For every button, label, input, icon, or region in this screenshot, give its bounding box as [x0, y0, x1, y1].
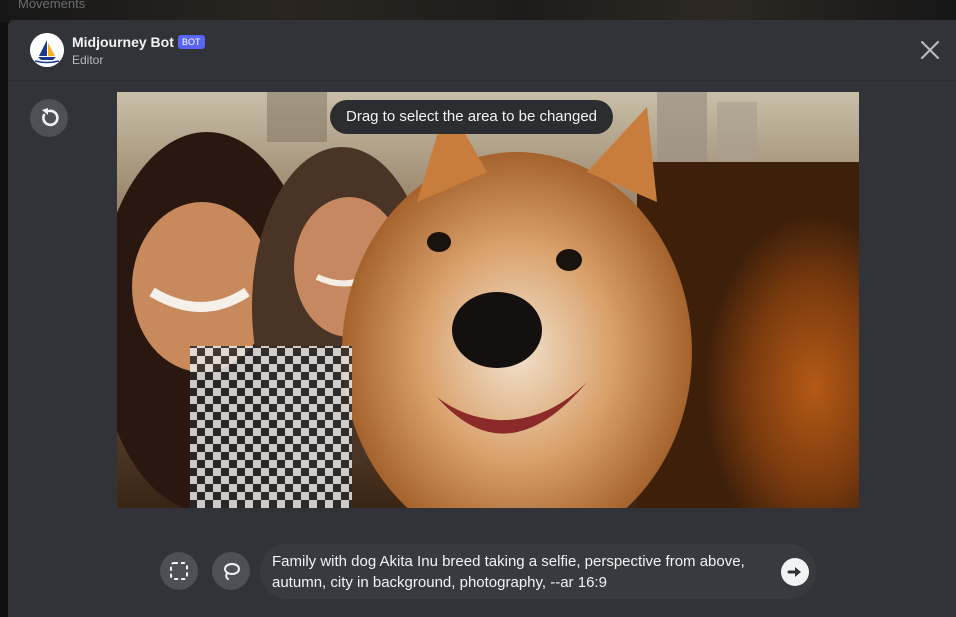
- close-icon: [920, 40, 940, 60]
- family-selfie-image: [117, 92, 859, 508]
- send-button[interactable]: [781, 558, 809, 586]
- undo-icon: [42, 108, 59, 127]
- modal-header: Midjourney Bot BOT Editor: [8, 20, 956, 81]
- lasso-select-icon: [224, 563, 240, 580]
- prompt-field[interactable]: Family with dog Akita Inu breed taking a…: [260, 544, 816, 599]
- bot-name[interactable]: Midjourney Bot: [72, 34, 174, 50]
- bot-badge: BOT: [178, 35, 205, 49]
- lasso-select-button[interactable]: [212, 552, 250, 590]
- undo-button[interactable]: [30, 99, 68, 137]
- background-text: Movements: [18, 0, 86, 11]
- prompt-text[interactable]: Family with dog Akita Inu breed taking a…: [272, 551, 752, 593]
- bot-avatar[interactable]: [30, 33, 64, 67]
- editable-image[interactable]: [117, 92, 859, 508]
- rectangle-select-icon: [170, 562, 188, 580]
- editor-modal: Midjourney Bot BOT Editor Drag to select…: [8, 20, 956, 617]
- send-arrow-icon: [787, 567, 801, 577]
- rectangle-select-button[interactable]: [160, 552, 198, 590]
- sailboat-logo-icon: [30, 33, 64, 67]
- close-button[interactable]: [918, 38, 942, 62]
- background-channel-strip: Movements: [0, 0, 956, 22]
- editor-tooltip: Drag to select the area to be changed: [330, 100, 614, 134]
- editor-subtitle: Editor: [72, 53, 104, 67]
